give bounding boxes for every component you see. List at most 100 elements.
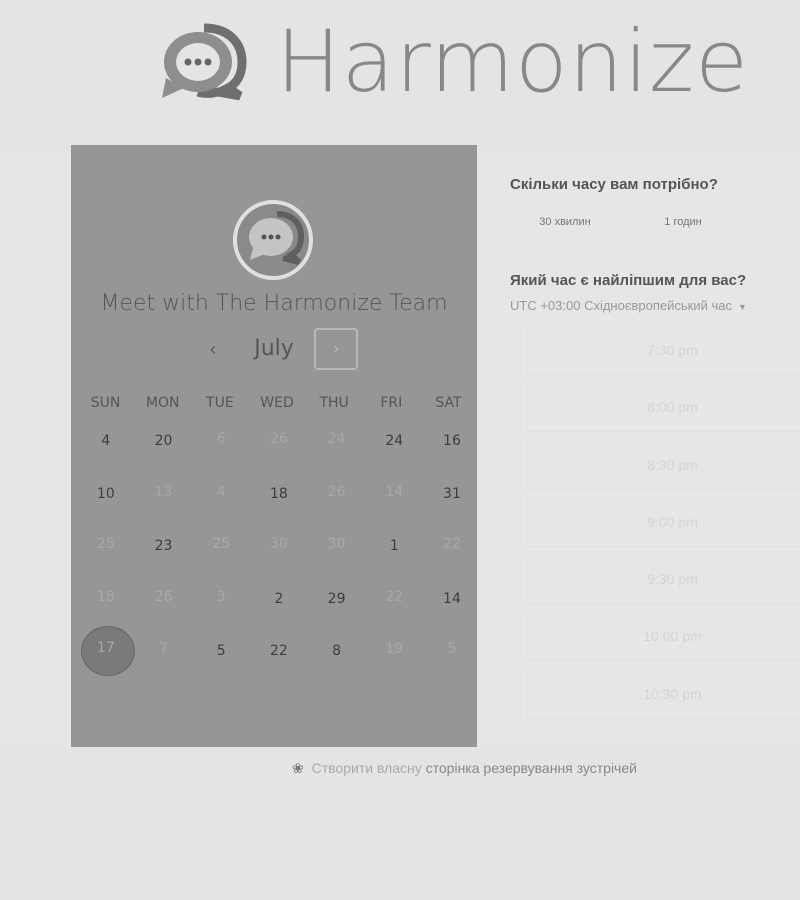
calendar-grid: 4 20 6 26 24 24 16 10 13 4 18 26 14 31 25 23 25 30 30 1 22 18… — [77, 415, 481, 678]
meeting-title: Meet with The Harmonize Team — [100, 291, 448, 316]
calendar-day-number: 18 — [269, 485, 288, 502]
calendar-day-number: 5 — [447, 641, 457, 658]
calendar-day-number: 19 — [385, 641, 404, 658]
calendar-day: 5 — [423, 625, 481, 678]
calendar-day: 22 — [365, 573, 423, 626]
calendar-day[interactable]: 10 — [77, 468, 135, 521]
calendar-day-number: 30 — [327, 536, 346, 553]
brand-logo: Harmonize — [158, 12, 800, 112]
weekday-label: SUN — [90, 395, 121, 411]
calendar-day: 26 — [308, 468, 366, 521]
calendar-day: 19 — [365, 625, 423, 678]
calendar-day-number: 31 — [443, 485, 461, 502]
calendar-day: 25 — [77, 520, 135, 573]
calendar-day[interactable]: 24 — [365, 415, 423, 468]
calendar-day[interactable]: 31 — [423, 468, 481, 521]
calendar-day-number: 1 — [389, 538, 399, 555]
calendar-day[interactable]: 29 — [308, 573, 366, 626]
time-slot-button[interactable]: 8:30 pm — [524, 440, 800, 490]
calendar-day-number: 26 — [269, 431, 288, 448]
time-slot-button[interactable]: 9:00 pm — [524, 497, 800, 547]
calendar-day: 25 — [192, 520, 250, 573]
calendar-day[interactable]: 4 — [77, 415, 135, 468]
calendar-day-number: 7 — [159, 641, 168, 658]
time-slot-button[interactable]: 10:00 pm — [524, 612, 800, 662]
duration-option-button[interactable]: 1 годин — [628, 210, 738, 234]
calendar-day-number: 5 — [216, 643, 226, 660]
sprocket-icon: ❀ — [292, 760, 304, 776]
calendar-day-number: 24 — [327, 431, 346, 448]
calendar-day: 18 — [77, 573, 135, 626]
calendar-day-number: 22 — [269, 643, 288, 660]
calendar-day[interactable]: 18 — [250, 468, 308, 521]
calendar-day-number: 13 — [154, 483, 173, 500]
current-month-label: July — [254, 336, 294, 361]
calendar-day-number: 16 — [443, 433, 461, 450]
calendar-day[interactable]: 22 — [250, 625, 308, 678]
calendar-day: 14 — [365, 468, 423, 521]
calendar-card: Meet with The Harmonize Team ‹ July › SU… — [71, 145, 477, 747]
time-slot-button[interactable]: 8:00 pm — [524, 383, 800, 433]
calendar-day[interactable]: 14 — [423, 573, 481, 626]
previous-month-button[interactable]: ‹ — [201, 338, 225, 362]
calendar-day-number: 26 — [327, 483, 346, 500]
calendar-day-number: 14 — [443, 590, 461, 607]
calendar-day-number: 20 — [154, 433, 173, 450]
calendar-day[interactable]: 20 — [135, 415, 193, 468]
calendar-week-row: 17 7 5 22 8 19 5 — [77, 625, 481, 678]
duration-options: 30 хвилин 1 годин — [510, 210, 800, 234]
calendar-day-number: 3 — [216, 588, 226, 605]
weekday-label: WED — [260, 395, 294, 411]
calendar-day: 26 — [250, 415, 308, 468]
weekday-label: MON — [145, 395, 180, 411]
chat-bubble-logo-icon — [162, 23, 247, 101]
time-slot-button[interactable]: 9:30 pm — [524, 555, 800, 605]
footer-promo: ❀ Створити власну сторінка резервування … — [292, 760, 637, 777]
calendar-day[interactable]: 23 — [135, 520, 193, 573]
calendar-day[interactable]: 2 — [250, 573, 308, 626]
time-slot-button[interactable]: 10:30 pm — [524, 669, 800, 719]
calendar-day: 6 — [192, 415, 250, 468]
duration-option-button[interactable]: 30 хвилин — [510, 210, 620, 234]
footer-prefix: Створити власну — [311, 760, 422, 776]
next-month-button[interactable]: › — [314, 328, 358, 370]
timezone-select[interactable]: UTC +03:00 Східноєвропейський час ▼ — [510, 298, 747, 313]
calendar-day-number: 2 — [274, 590, 284, 607]
calendar-week-row: 25 23 25 30 30 1 22 — [77, 520, 481, 573]
calendar-day[interactable]: 1 — [365, 520, 423, 573]
calendar-day-number: 10 — [96, 485, 115, 502]
month-navigation: ‹ July › — [71, 328, 477, 370]
calendar-day-number: 8 — [332, 643, 342, 660]
calendar-day-number: 4 — [101, 433, 111, 450]
weekday-label: TUE — [206, 395, 234, 411]
calendar-day: 24 — [308, 415, 366, 468]
calendar-week-row: 4 20 6 26 24 24 16 — [77, 415, 481, 468]
calendar-day[interactable]: 16 — [423, 415, 481, 468]
caret-down-icon: ▼ — [737, 302, 747, 312]
calendar-day-number: 25 — [212, 536, 231, 553]
calendar-week-row: 10 13 4 18 26 14 31 — [77, 468, 481, 521]
timezone-label: UTC +03:00 Східноєвропейський час — [510, 298, 732, 313]
calendar-day-number: 25 — [96, 536, 115, 553]
weekday-label: THU — [319, 395, 349, 411]
calendar-day[interactable]: 5 — [192, 625, 250, 678]
calendar-day-number: 30 — [269, 536, 288, 553]
calendar-day-selected[interactable]: 17 — [77, 625, 135, 678]
team-avatar-icon — [233, 200, 313, 280]
weekday-label: FRI — [380, 395, 403, 411]
create-booking-page-link[interactable]: сторінка резервування зустрічей — [426, 760, 637, 776]
calendar-day-number: 26 — [154, 588, 173, 605]
calendar-day-number: 24 — [385, 433, 404, 450]
chevron-right-icon: › — [333, 340, 339, 357]
calendar-day[interactable]: 8 — [308, 625, 366, 678]
calendar-day: 22 — [423, 520, 481, 573]
calendar-day: 4 — [192, 468, 250, 521]
calendar-day: 30 — [308, 520, 366, 573]
calendar-day: 26 — [135, 573, 193, 626]
weekday-label: SAT — [435, 395, 462, 411]
calendar-day: 30 — [250, 520, 308, 573]
calendar-day-number: 22 — [443, 536, 461, 553]
time-slot-button[interactable]: 7:30 pm — [524, 326, 800, 375]
calendar-day-number: 23 — [154, 538, 173, 555]
calendar-day-number: 6 — [216, 431, 226, 448]
